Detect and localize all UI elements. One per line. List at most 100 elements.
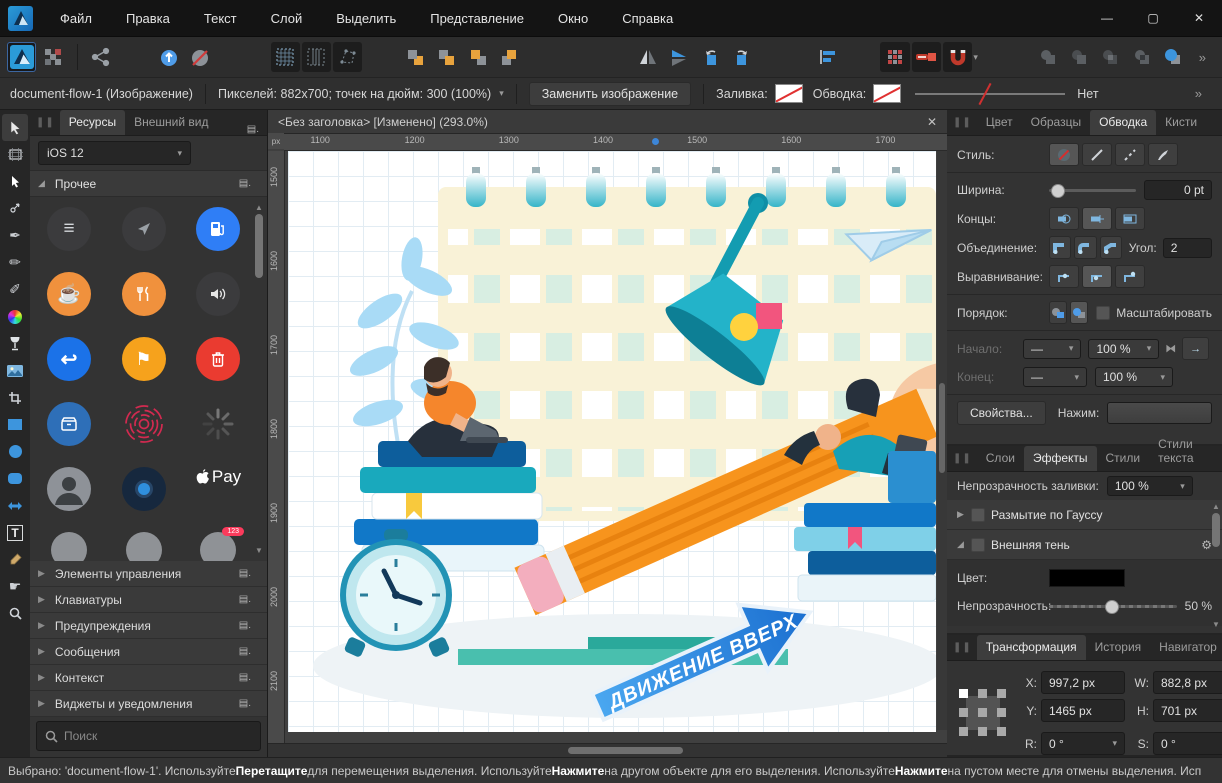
tab-appearance[interactable]: Внешний вид [125,110,217,135]
tab-history[interactable]: История [1086,635,1151,660]
replace-image-button[interactable]: Заменить изображение [529,82,691,106]
category-context[interactable]: ▶Контекст▤. [30,665,267,691]
tab-brushes[interactable]: Кисти [1156,110,1206,135]
place-image-tool-icon[interactable] [2,357,28,384]
collapse-triangle-icon[interactable]: ◢ [38,178,45,189]
rotate-ccw-icon[interactable] [696,42,725,72]
zoom-tool-icon[interactable] [2,600,28,627]
boolean-subtract-icon[interactable] [1064,42,1093,72]
tab-layers[interactable]: Слои [977,446,1024,471]
tab-stroke[interactable]: Обводка [1090,110,1156,135]
document-close-icon[interactable]: ✕ [927,115,937,129]
size-dropdown-caret[interactable]: ▾ [499,88,504,99]
expand-triangle-icon[interactable]: ▶ [957,509,971,520]
boolean-intersect-icon[interactable] [1096,42,1125,72]
cap-round[interactable] [1082,207,1112,230]
crop-tool-icon[interactable] [2,384,28,411]
menu-file[interactable]: Файл [43,2,109,35]
tab-colour[interactable]: Цвет [977,110,1022,135]
asset-device-iphone-8[interactable]: Name iPhone 8 [121,532,167,561]
panel-grip-icon[interactable]: ❚❚ [953,642,972,653]
alignment-icon[interactable] [813,42,842,72]
transparency-tool-icon[interactable] [2,330,28,357]
start-style-dropdown[interactable]: —▾ [1023,339,1081,359]
rounded-rectangle-tool-icon[interactable] [2,465,28,492]
transform-mesh-icon[interactable] [333,42,362,72]
collapse-triangle-icon[interactable]: ◢ [957,539,971,550]
tab-swatches[interactable]: Образцы [1022,110,1090,135]
category-controls[interactable]: ▶Элементы управления▤. [30,561,267,587]
panel-grip-icon[interactable]: ❚❚ [953,117,972,128]
snap-columns-icon[interactable] [302,42,331,72]
join-miter[interactable] [1049,236,1071,259]
maximize-button[interactable]: ▢ [1130,0,1176,36]
miter-field[interactable]: 2 [1163,238,1212,258]
fill-opacity-dropdown[interactable]: 100 %▾ [1107,476,1193,496]
shadow-opacity-slider[interactable] [1049,605,1177,608]
link-ends-icon[interactable]: ⧓ [1165,342,1176,355]
ellipse-tool-icon[interactable] [2,438,28,465]
category-widgets[interactable]: ▶Виджеты и уведомления▤. [30,691,267,717]
asset-restaurant[interactable] [121,272,167,316]
menu-view[interactable]: Представление [413,2,541,35]
asset-device-ipad-pro[interactable]: 123Name iPad Pro [195,532,241,561]
y-field[interactable]: 1465 px [1041,699,1125,722]
stroke-style-solid[interactable] [1082,143,1112,166]
stroke-style-dashed[interactable] [1115,143,1145,166]
asset-volume[interactable] [195,272,241,316]
close-button[interactable]: ✕ [1176,0,1222,36]
panel-menu-icon[interactable]: ▤. [239,124,267,135]
align-inside[interactable] [1082,265,1112,288]
asset-spinner[interactable] [195,402,241,446]
effect-outer-shadow[interactable]: ◢ Внешняя тень ⚙ [947,530,1222,560]
stroke-width-slider[interactable] [915,93,1065,95]
stroke-width-field[interactable]: 0 pt [1144,180,1212,200]
asset-trash[interactable] [195,337,241,381]
menu-text[interactable]: Текст [187,2,254,35]
end-style-dropdown[interactable]: —▾ [1023,367,1087,387]
stroke-style-none[interactable] [1049,143,1079,166]
menu-help[interactable]: Справка [605,2,690,35]
gaussian-blur-checkbox[interactable] [971,508,985,522]
h-field[interactable]: 701 px [1153,699,1222,722]
s-dropdown[interactable]: 0 °▾ [1153,732,1222,755]
effects-scrollbar[interactable]: ▲▼ [1211,502,1221,629]
snapping-magnet-icon[interactable] [943,42,972,72]
align-center[interactable] [1049,265,1079,288]
asset-fuel[interactable] [195,207,241,251]
outer-shadow-checkbox[interactable] [971,538,985,552]
hand-tool-icon[interactable]: ☛ [2,573,28,600]
arrange-back-icon[interactable] [400,42,429,72]
force-pixel-alignment-icon[interactable] [912,42,941,72]
flip-horizontal-icon[interactable] [634,42,663,72]
category-messages[interactable]: ▶Сообщения▤. [30,639,267,665]
brush-tool-icon[interactable]: ✐ [2,276,28,303]
asset-archive[interactable] [46,402,92,446]
order-behind[interactable] [1049,301,1067,324]
canvas-vertical-scrollbar[interactable] [937,151,947,730]
join-bevel[interactable] [1100,236,1122,259]
panel-grip-icon[interactable]: ❚❚ [953,453,972,464]
document-image[interactable]: ДВИЖЕНИЕ ВВЕРХ [288,151,936,732]
flip-vertical-icon[interactable] [665,42,694,72]
pencil-tool-icon[interactable]: ✏ [2,249,28,276]
swap-ends-button[interactable]: → [1182,337,1209,360]
arrow-shape-tool-icon[interactable] [2,492,28,519]
tab-assets[interactable]: Ресурсы [60,110,125,135]
align-outside[interactable] [1115,265,1145,288]
menu-select[interactable]: Выделить [319,2,413,35]
tab-effects[interactable]: Эффекты [1024,446,1097,471]
x-field[interactable]: 997,2 px [1041,671,1125,694]
toolbar-overflow-icon[interactable]: » [1189,50,1216,65]
stroke-width-slider[interactable] [1049,189,1136,192]
join-round[interactable] [1074,236,1096,259]
asset-coffee[interactable]: ☕ [46,272,92,316]
point-transform-tool-icon[interactable] [2,195,28,222]
tab-transform[interactable]: Трансформация [977,635,1086,660]
pen-tool-icon[interactable]: ✒ [2,222,28,249]
asset-device-iphone-xs[interactable]: Name iPhone XS [46,532,92,561]
insert-inside-icon[interactable] [154,42,183,72]
start-scale-dropdown[interactable]: 100 %▾ [1088,339,1159,359]
shadow-color-swatch[interactable] [1049,569,1125,587]
tab-styles[interactable]: Стили [1097,446,1150,471]
